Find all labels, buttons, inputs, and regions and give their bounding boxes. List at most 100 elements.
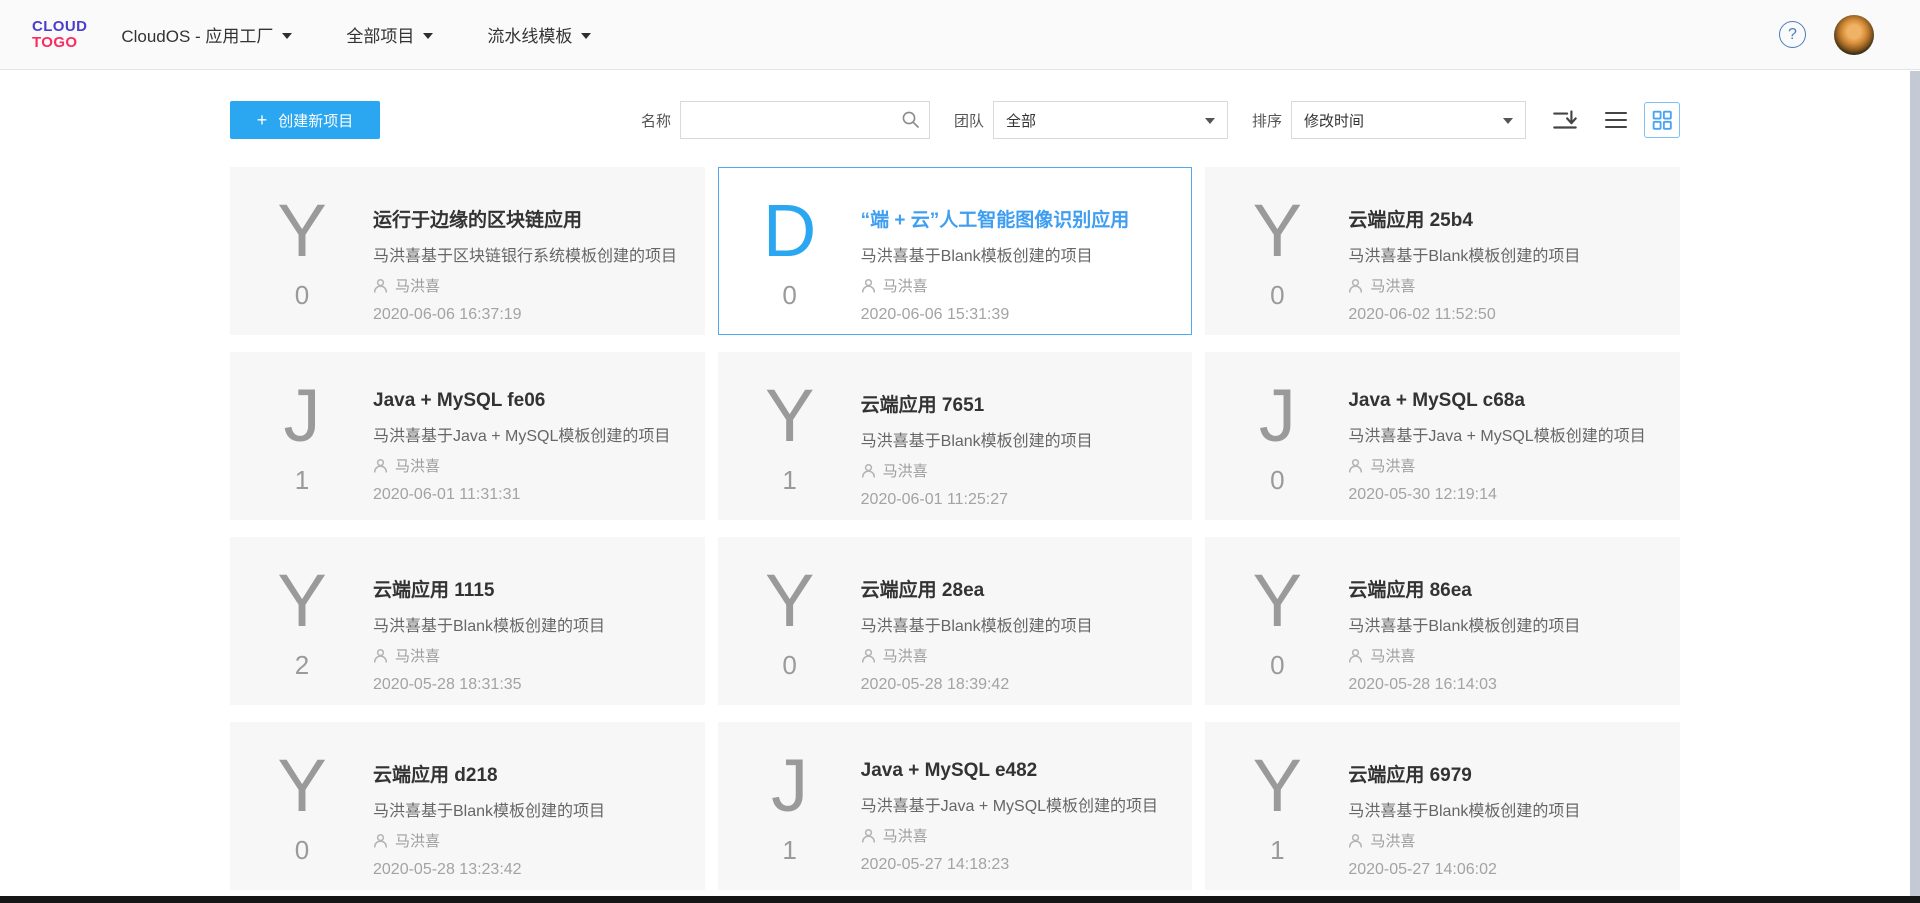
- card-letter-column: Y 1: [719, 353, 861, 519]
- sort-descending-icon[interactable]: [1550, 105, 1580, 135]
- card-content-column: 云端应用 7651 马洪喜基于Blank模板创建的项目 马洪喜 2020-06-…: [861, 353, 1192, 519]
- project-modified-time: 2020-05-27 14:18:23: [861, 856, 1168, 874]
- team-select-value: 全部: [1006, 110, 1036, 131]
- project-owner-name: 马洪喜: [1370, 645, 1415, 666]
- project-modified-time: 2020-05-27 14:06:02: [1348, 861, 1655, 879]
- project-description: 马洪喜基于Java + MySQL模板创建的项目: [373, 422, 680, 446]
- cloudtogo-logo: CLOUD TOGO: [32, 19, 87, 50]
- project-count-badge: 1: [1206, 837, 1348, 863]
- project-card[interactable]: Y 0 运行于边缘的区块链应用 马洪喜基于区块链银行系统模板创建的项目 马洪喜 …: [230, 167, 705, 335]
- card-content-column: Java + MySQL fe06 马洪喜基于Java + MySQL模板创建的…: [373, 353, 704, 519]
- card-letter-column: J 0: [1206, 353, 1348, 519]
- card-letter-column: J 1: [231, 353, 373, 519]
- sort-select[interactable]: 修改时间: [1291, 101, 1526, 139]
- person-icon: [861, 648, 876, 663]
- project-description: 马洪喜基于Blank模板创建的项目: [861, 427, 1168, 451]
- vertical-scrollbar[interactable]: [1910, 71, 1920, 896]
- project-card[interactable]: J 1 Java + MySQL fe06 马洪喜基于Java + MySQL模…: [230, 352, 705, 520]
- project-description: 马洪喜基于区块链银行系统模板创建的项目: [373, 242, 680, 266]
- project-title: 云端应用 28ea: [861, 575, 1168, 602]
- chevron-down-icon: [1205, 118, 1215, 124]
- project-title: 云端应用 25b4: [1348, 205, 1655, 232]
- project-description: 马洪喜基于Java + MySQL模板创建的项目: [1348, 422, 1655, 446]
- person-icon: [1348, 278, 1363, 293]
- name-search-input[interactable]: [680, 101, 930, 139]
- nav-cloudos-app-factory[interactable]: CloudOS - 应用工厂: [121, 22, 292, 47]
- project-owner-row: 马洪喜: [373, 830, 680, 851]
- project-initial-letter: Y: [719, 377, 861, 455]
- card-content-column: 云端应用 1115 马洪喜基于Blank模板创建的项目 马洪喜 2020-05-…: [373, 538, 704, 704]
- project-owner-name: 马洪喜: [883, 825, 928, 846]
- project-initial-letter: J: [231, 377, 373, 455]
- nav-label: 流水线模板: [487, 22, 572, 47]
- card-content-column: Java + MySQL e482 马洪喜基于Java + MySQL模板创建的…: [861, 723, 1192, 889]
- project-count-badge: 1: [719, 467, 861, 493]
- project-owner-row: 马洪喜: [1348, 275, 1655, 296]
- project-card[interactable]: J 1 Java + MySQL e482 马洪喜基于Java + MySQL模…: [718, 722, 1193, 890]
- create-project-label: 创建新项目: [278, 110, 353, 131]
- project-owner-row: 马洪喜: [1348, 830, 1655, 851]
- project-card[interactable]: Y 0 云端应用 25b4 马洪喜基于Blank模板创建的项目 马洪喜 2020…: [1205, 167, 1680, 335]
- project-modified-time: 2020-05-28 13:23:42: [373, 861, 680, 879]
- project-title: Java + MySQL c68a: [1348, 390, 1655, 412]
- search-icon[interactable]: [901, 110, 920, 134]
- project-modified-time: 2020-05-28 18:39:42: [861, 676, 1168, 694]
- project-owner-row: 马洪喜: [861, 645, 1168, 666]
- project-grid: Y 0 运行于边缘的区块链应用 马洪喜基于区块链银行系统模板创建的项目 马洪喜 …: [230, 167, 1680, 890]
- card-content-column: Java + MySQL c68a 马洪喜基于Java + MySQL模板创建的…: [1348, 353, 1679, 519]
- project-initial-letter: Y: [1206, 562, 1348, 640]
- project-initial-letter: Y: [231, 562, 373, 640]
- grid-view-icon[interactable]: [1644, 102, 1680, 138]
- card-letter-column: Y 0: [1206, 168, 1348, 334]
- project-card[interactable]: Y 0 云端应用 28ea 马洪喜基于Blank模板创建的项目 马洪喜 2020…: [718, 537, 1193, 705]
- project-initial-letter: Y: [719, 562, 861, 640]
- create-project-button[interactable]: + 创建新项目: [230, 101, 380, 139]
- project-card[interactable]: Y 2 云端应用 1115 马洪喜基于Blank模板创建的项目 马洪喜 2020…: [230, 537, 705, 705]
- project-title: 运行于边缘的区块链应用: [373, 205, 680, 232]
- card-letter-column: Y 0: [231, 168, 373, 334]
- project-modified-time: 2020-05-28 16:14:03: [1348, 676, 1655, 694]
- chevron-down-icon: [1503, 118, 1513, 124]
- project-card[interactable]: J 0 Java + MySQL c68a 马洪喜基于Java + MySQL模…: [1205, 352, 1680, 520]
- project-card[interactable]: D 0 “端 + 云”人工智能图像识别应用 马洪喜基于Blank模板创建的项目 …: [718, 167, 1193, 335]
- sort-filter-label: 排序: [1252, 110, 1282, 131]
- project-count-badge: 0: [719, 282, 861, 308]
- list-view-icon[interactable]: [1602, 106, 1630, 134]
- user-avatar[interactable]: [1834, 15, 1874, 55]
- project-initial-letter: Y: [231, 192, 373, 270]
- project-card[interactable]: Y 1 云端应用 7651 马洪喜基于Blank模板创建的项目 马洪喜 2020…: [718, 352, 1193, 520]
- card-letter-column: Y 0: [1206, 538, 1348, 704]
- project-modified-time: 2020-06-02 11:52:50: [1348, 306, 1655, 324]
- project-count-badge: 1: [719, 837, 861, 863]
- project-owner-name: 马洪喜: [1370, 275, 1415, 296]
- person-icon: [1348, 458, 1363, 473]
- nav-all-projects[interactable]: 全部项目: [346, 22, 433, 47]
- project-title: “端 + 云”人工智能图像识别应用: [861, 205, 1168, 232]
- help-icon[interactable]: ?: [1779, 21, 1806, 48]
- project-owner-row: 马洪喜: [1348, 645, 1655, 666]
- project-card[interactable]: Y 0 云端应用 d218 马洪喜基于Blank模板创建的项目 马洪喜 2020…: [230, 722, 705, 890]
- team-select[interactable]: 全部: [993, 101, 1228, 139]
- chevron-down-icon: [282, 33, 292, 39]
- project-card[interactable]: Y 0 云端应用 86ea 马洪喜基于Blank模板创建的项目 马洪喜 2020…: [1205, 537, 1680, 705]
- project-count-badge: 0: [1206, 282, 1348, 308]
- card-letter-column: J 1: [719, 723, 861, 889]
- project-description: 马洪喜基于Blank模板创建的项目: [861, 242, 1168, 266]
- project-count-badge: 0: [1206, 467, 1348, 493]
- card-letter-column: D 0: [719, 168, 861, 334]
- card-content-column: 云端应用 25b4 马洪喜基于Blank模板创建的项目 马洪喜 2020-06-…: [1348, 168, 1679, 334]
- project-modified-time: 2020-06-06 15:31:39: [861, 306, 1168, 324]
- top-header: CLOUD TOGO CloudOS - 应用工厂 全部项目 流水线模板 ?: [0, 0, 1920, 70]
- sort-select-value: 修改时间: [1304, 110, 1364, 131]
- project-initial-letter: Y: [231, 747, 373, 825]
- name-search-wrap: [680, 101, 930, 139]
- project-card[interactable]: Y 1 云端应用 6979 马洪喜基于Blank模板创建的项目 马洪喜 2020…: [1205, 722, 1680, 890]
- project-owner-name: 马洪喜: [395, 275, 440, 296]
- card-letter-column: Y 1: [1206, 723, 1348, 889]
- project-owner-name: 马洪喜: [1370, 830, 1415, 851]
- project-modified-time: 2020-05-30 12:19:14: [1348, 486, 1655, 504]
- project-initial-letter: J: [1206, 377, 1348, 455]
- nav-pipeline-templates[interactable]: 流水线模板: [487, 22, 591, 47]
- logo-line2: TOGO: [32, 35, 87, 50]
- project-description: 马洪喜基于Blank模板创建的项目: [373, 612, 680, 636]
